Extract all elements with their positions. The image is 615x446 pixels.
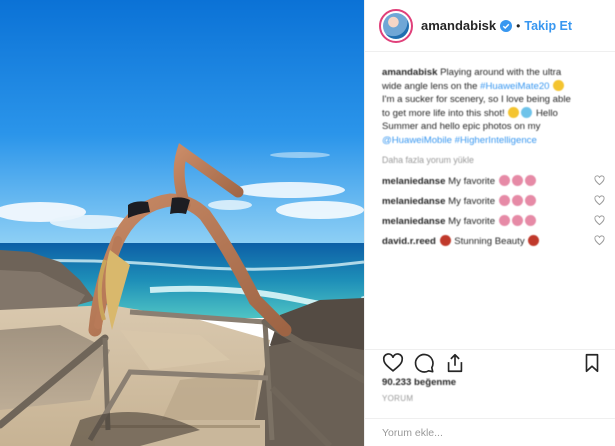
post-photo[interactable] [0, 0, 364, 446]
comment-row: melaniedanse My favorite [382, 174, 605, 188]
caption-text-5: Hello [536, 107, 558, 119]
caption-text-1: Playing around with the ultra [440, 67, 562, 78]
share-icon [447, 353, 463, 372]
heart-eyes-emoji-icon [498, 174, 510, 186]
comment-input[interactable] [382, 426, 592, 439]
comment-text: My favorite [448, 215, 496, 227]
heart-emoji-icon [528, 234, 540, 246]
comment-username[interactable]: melaniedanse [382, 216, 445, 227]
caption-hashtag-1[interactable]: #HuaweiMate20 [480, 81, 549, 92]
comment-body: melaniedanse My favorite [382, 174, 537, 187]
comment-like-heart-icon[interactable] [594, 234, 605, 246]
bookmark-icon [585, 353, 599, 372]
comment-text: My favorite [448, 175, 496, 187]
share-button[interactable] [444, 352, 466, 374]
profile-avatar[interactable] [379, 8, 413, 43]
caption-username[interactable]: amandabisk [382, 67, 437, 78]
caption-text-6: Summer and hello epic photos on my [382, 121, 541, 132]
heart-eyes-emoji-icon [524, 194, 536, 206]
grin-emoji-icon [553, 79, 565, 91]
comment-like-heart-icon[interactable] [594, 174, 605, 186]
caption-text-2: wide angle lens on the [382, 80, 478, 92]
verified-badge-icon [500, 19, 513, 32]
follow-button[interactable]: Takip Et [524, 19, 572, 33]
comment-text: My favorite [448, 195, 496, 207]
post-side-panel: amandabisk • Takip Et amandabisk Playing… [364, 0, 615, 446]
beach-photo-image [0, 0, 364, 446]
heart-eyes-emoji-icon [498, 214, 510, 226]
heart-eyes-emoji-icon [524, 214, 536, 226]
caption-text-4: to get more life into this shot! [382, 107, 505, 119]
comment-row: melaniedanse My favorite [382, 214, 605, 228]
comment-button[interactable] [413, 352, 435, 374]
heart-emoji-icon [439, 234, 451, 246]
post-header: amandabisk • Takip Et [365, 0, 615, 52]
heart-eyes-emoji-icon [511, 194, 523, 206]
post-timestamp: YORUM [382, 394, 414, 403]
comment-username[interactable]: david.r.reed [382, 236, 436, 247]
heart-eyes-emoji-icon [498, 194, 510, 206]
heart-eyes-emoji-icon [511, 214, 523, 226]
comment-body: melaniedanse My favorite [382, 194, 537, 207]
comment-username[interactable]: melaniedanse [382, 176, 445, 187]
wave-emoji-icon [521, 106, 533, 118]
comment-like-heart-icon[interactable] [594, 214, 605, 226]
caption-mention[interactable]: @HuaweiMobile [382, 135, 452, 146]
comments-list[interactable]: amandabisk Playing around with the ultra… [365, 60, 615, 350]
post-caption: amandabisk Playing around with the ultra… [382, 66, 603, 147]
comment-like-heart-icon[interactable] [594, 194, 605, 206]
comment-body: david.r.reed Stunning Beauty [382, 234, 540, 247]
caption-hashtag-2[interactable]: #HigherIntelligence [455, 135, 537, 146]
comment-username[interactable]: melaniedanse [382, 196, 445, 207]
likes-count[interactable]: 90.233 beğenme [382, 377, 456, 388]
like-button[interactable] [382, 352, 404, 374]
heart-eyes-emoji-icon [524, 174, 536, 186]
heart-eyes-emoji-icon [511, 174, 523, 186]
load-more-comments[interactable]: Daha fazla yorum yükle [382, 154, 603, 168]
avatar-image [383, 12, 409, 39]
instagram-post: amandabisk • Takip Et amandabisk Playing… [0, 0, 615, 446]
comment-row: melaniedanse My favorite [382, 194, 605, 208]
comment-row: david.r.reed Stunning Beauty [382, 234, 605, 248]
separator-dot: • [516, 18, 521, 33]
sun-emoji-icon [508, 106, 520, 118]
post-actions-bar [365, 349, 615, 375]
heart-icon [382, 352, 404, 372]
username-link[interactable]: amandabisk [421, 18, 496, 33]
comment-body: melaniedanse My favorite [382, 214, 537, 227]
save-button[interactable] [581, 352, 603, 374]
caption-text-3: I'm a sucker for scenery, so I love bein… [382, 94, 571, 105]
comment-text: Stunning Beauty [454, 235, 525, 247]
add-comment-bar [365, 418, 615, 446]
comment-icon [414, 353, 434, 373]
